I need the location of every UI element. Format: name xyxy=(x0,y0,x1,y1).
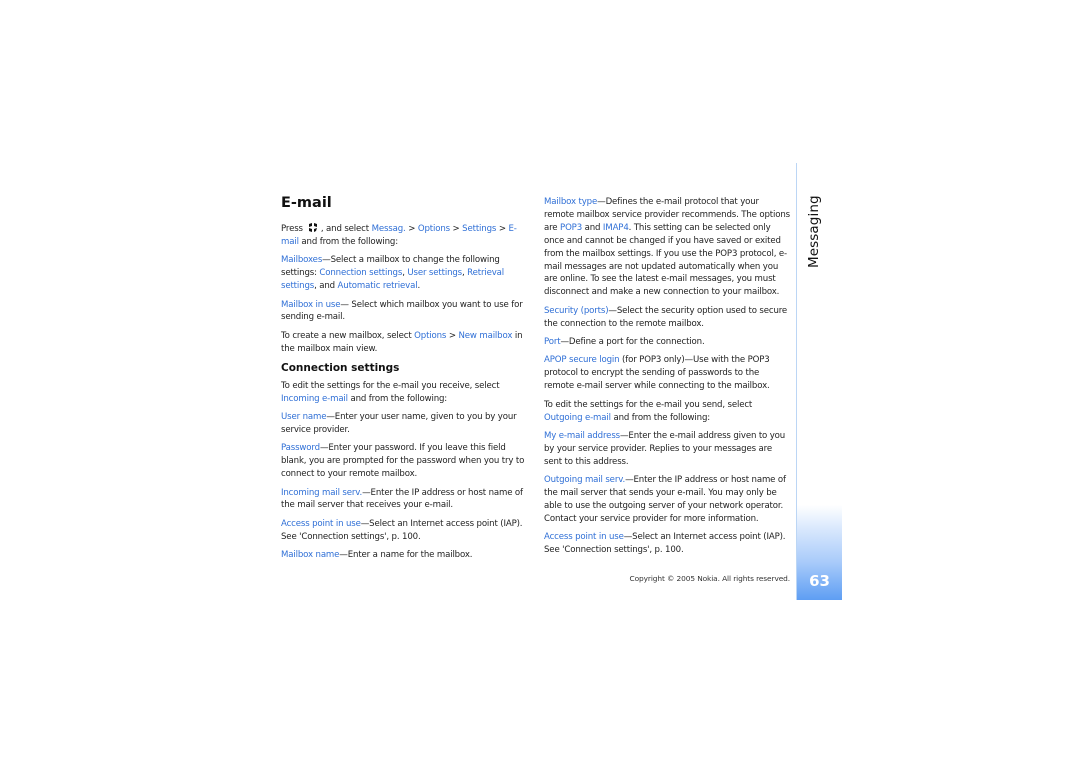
separator: > xyxy=(405,224,418,234)
setting-item: Access point in use—Select an Internet a… xyxy=(544,531,790,557)
link-incoming-email[interactable]: Incoming e-mail xyxy=(281,394,348,404)
text: and xyxy=(582,222,603,233)
term-apop-secure-login[interactable]: APOP secure login xyxy=(544,355,620,365)
setting-item: My e-mail address—Enter the e-mail addre… xyxy=(544,430,790,469)
term-my-email-address[interactable]: My e-mail address xyxy=(544,431,620,441)
setting-item: Port—Define a port for the connection. xyxy=(544,336,790,349)
link-user-settings[interactable]: User settings xyxy=(407,268,462,278)
term-port[interactable]: Port xyxy=(544,337,561,347)
text: . xyxy=(417,281,421,292)
link-options[interactable]: Options xyxy=(414,331,446,341)
term-mailbox-type[interactable]: Mailbox type xyxy=(544,197,597,207)
section-label: Messaging xyxy=(806,195,822,268)
link-automatic-retrieval[interactable]: Automatic retrieval xyxy=(338,281,418,291)
text: Press xyxy=(281,224,303,234)
mailbox-type-paragraph: Mailbox type—Defines the e-mail protocol… xyxy=(544,196,790,299)
setting-item: APOP secure login (for POP3 only)—Use wi… xyxy=(544,354,790,393)
link-messag[interactable]: Messag. xyxy=(372,224,406,234)
left-column: E-mail Press , and select Messag. > Optio… xyxy=(281,194,529,568)
setting-item: Incoming mail serv.—Enter the IP address… xyxy=(281,487,529,513)
text: —Define a port for the connection. xyxy=(560,337,705,348)
term-incoming-mail-serv[interactable]: Incoming mail serv. xyxy=(281,488,362,498)
text: To edit the settings for the e-mail you … xyxy=(544,399,753,410)
intro-paragraph: Press , and select Messag. > Options > Se… xyxy=(281,222,529,249)
link-options[interactable]: Options xyxy=(418,224,450,234)
term-mailbox-in-use[interactable]: Mailbox in use xyxy=(281,300,341,310)
text: To edit the settings for the e-mail you … xyxy=(281,380,500,391)
copyright-notice: Copyright © 2005 Nokia. All rights reser… xyxy=(629,574,791,583)
text: To create a new mailbox, select xyxy=(281,330,415,341)
term-password[interactable]: Password xyxy=(281,443,320,453)
page-title: E-mail xyxy=(281,195,332,211)
text: , and xyxy=(314,281,338,292)
right-column: Mailbox type—Defines the e-mail protocol… xyxy=(544,196,790,563)
setting-item: Mailbox name—Enter a name for the mailbo… xyxy=(281,549,529,562)
separator: > xyxy=(449,224,463,234)
separator: > xyxy=(496,224,509,234)
link-connection-settings[interactable]: Connection settings xyxy=(319,268,402,278)
option-pop3[interactable]: POP3 xyxy=(560,223,582,233)
outgoing-intro-paragraph: To edit the settings for the e-mail you … xyxy=(544,399,790,425)
link-outgoing-email[interactable]: Outgoing e-mail xyxy=(544,413,611,423)
option-imap4[interactable]: IMAP4 xyxy=(603,223,629,233)
term-user-name[interactable]: User name xyxy=(281,412,326,422)
menu-key-icon xyxy=(307,222,319,233)
setting-item: Outgoing mail serv.—Enter the IP address… xyxy=(544,474,790,526)
mailbox-in-use-paragraph: Mailbox in use— Select which mailbox you… xyxy=(281,299,529,325)
mailboxes-paragraph: Mailboxes—Select a mailbox to change the… xyxy=(281,254,529,293)
setting-item: Password—Enter your password. If you lea… xyxy=(281,442,529,481)
link-new-mailbox[interactable]: New mailbox xyxy=(458,331,512,341)
separator: > xyxy=(446,330,459,341)
setting-item: Security (ports)—Select the security opt… xyxy=(544,305,790,331)
create-mailbox-paragraph: To create a new mailbox, select Options … xyxy=(281,330,529,356)
page-number: 63 xyxy=(809,572,830,590)
section-subtitle: Connection settings xyxy=(281,361,400,374)
text: —Enter a name for the mailbox. xyxy=(339,550,473,561)
text: and from the following: xyxy=(298,236,398,247)
text: . This setting can be selected only once… xyxy=(544,222,787,298)
text: and from the following: xyxy=(610,412,711,423)
term-mailboxes[interactable]: Mailboxes xyxy=(281,255,322,265)
link-settings[interactable]: Settings xyxy=(462,224,496,234)
term-mailbox-name[interactable]: Mailbox name xyxy=(281,550,339,560)
incoming-intro-paragraph: To edit the settings for the e-mail you … xyxy=(281,380,529,406)
term-outgoing-mail-serv[interactable]: Outgoing mail serv. xyxy=(544,475,625,485)
term-access-point[interactable]: Access point in use xyxy=(281,519,361,529)
term-security-ports[interactable]: Security (ports) xyxy=(544,306,609,316)
setting-item: User name—Enter your user name, given to… xyxy=(281,411,529,437)
text: , and select xyxy=(320,224,372,234)
term-access-point[interactable]: Access point in use xyxy=(544,532,624,542)
setting-item: Access point in use—Select an Internet a… xyxy=(281,518,529,544)
text: and from the following: xyxy=(347,393,448,404)
